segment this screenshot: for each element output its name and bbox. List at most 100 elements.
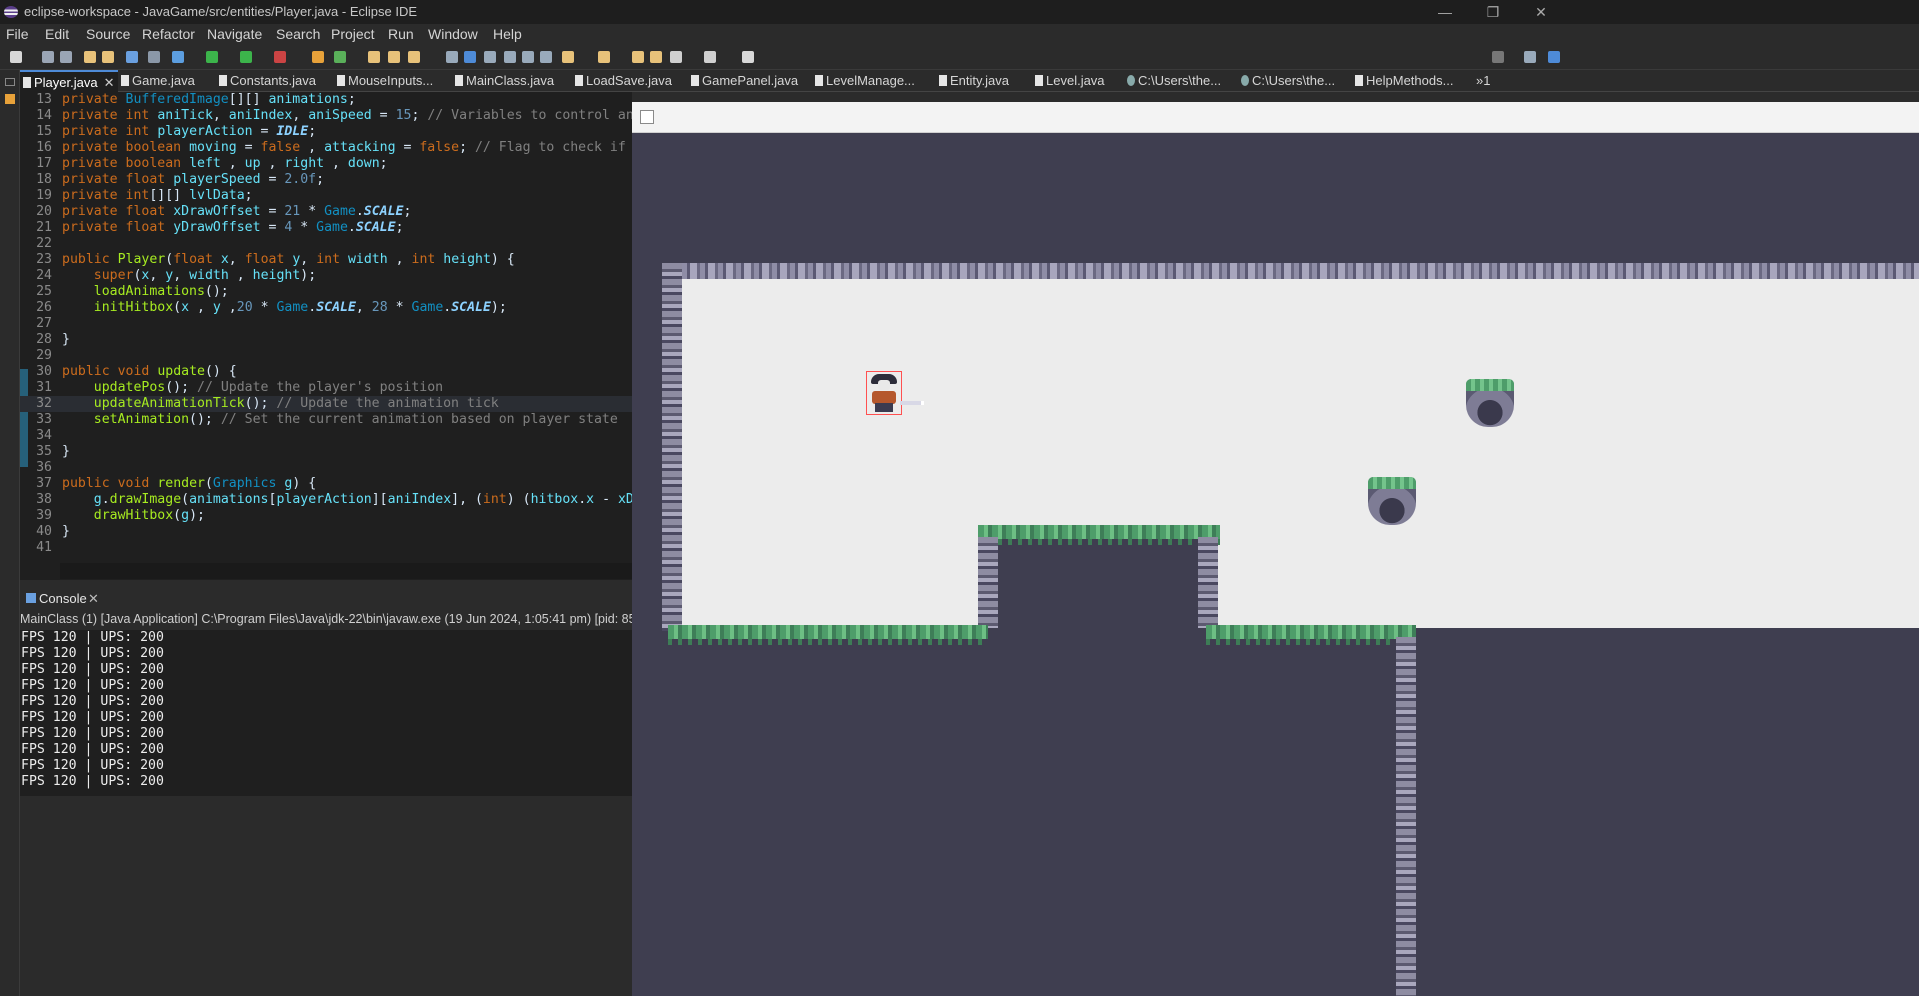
line-number: 20 xyxy=(36,204,52,219)
code-text: loadAnimations(); xyxy=(93,284,229,299)
word-wrap-icon[interactable] xyxy=(504,51,516,63)
maximize-button[interactable]: ❐ xyxy=(1470,0,1516,24)
menu-window[interactable]: Window xyxy=(428,26,478,42)
menu-edit[interactable]: Edit xyxy=(45,26,69,42)
code-editor[interactable]: 13 private BufferedImage[][] animations; … xyxy=(20,92,632,580)
console-line: FPS 120 | UPS: 200 xyxy=(21,710,164,725)
code-line: 29 xyxy=(20,348,632,364)
tab-mouseinputs[interactable]: MouseInputs... xyxy=(334,70,433,92)
minimize-button[interactable]: — xyxy=(1422,0,1468,24)
tab-loadsave-java[interactable]: LoadSave.java xyxy=(572,70,672,92)
tab-entity-java[interactable]: Entity.java xyxy=(936,70,1009,92)
close-console-icon[interactable]: ✕ xyxy=(88,591,99,607)
highlight-icon[interactable] xyxy=(464,51,476,63)
new-class-icon[interactable] xyxy=(334,51,346,63)
code-text: private int playerAction = IDLE; xyxy=(62,124,317,139)
tab-level-java[interactable]: Level.java xyxy=(1032,70,1105,92)
tab-label: C:\Users\the... xyxy=(1138,73,1222,88)
player-legs xyxy=(875,403,893,412)
open-task-icon[interactable] xyxy=(388,51,400,63)
menu-search[interactable]: Search xyxy=(276,26,320,42)
game-canvas[interactable] xyxy=(632,133,1919,996)
next-annotation-icon[interactable] xyxy=(562,51,574,63)
coverage-icon[interactable] xyxy=(240,51,252,63)
save-icon[interactable] xyxy=(42,51,54,63)
forward-edit-icon[interactable] xyxy=(650,51,662,63)
terminal-icon[interactable] xyxy=(126,51,138,63)
menu-refactor[interactable]: Refactor xyxy=(142,26,195,42)
redo-icon[interactable] xyxy=(102,51,114,63)
run-icon[interactable] xyxy=(206,51,218,63)
line-number: 13 xyxy=(36,92,52,107)
skip-breakpoints-icon[interactable] xyxy=(148,51,160,63)
show-whitespace-icon[interactable] xyxy=(522,51,534,63)
tab-helpmethods[interactable]: HelpMethods... xyxy=(1352,70,1453,92)
code-line: 37 public void render(Graphics g) { xyxy=(20,476,632,492)
last-edit-icon[interactable] xyxy=(632,51,644,63)
console-horizontal-scrollbar[interactable] xyxy=(20,796,632,996)
console-line: FPS 120 | UPS: 200 xyxy=(21,758,164,773)
menu-navigate[interactable]: Navigate xyxy=(207,26,262,42)
close-tab-icon[interactable]: ✕ xyxy=(104,75,115,90)
package-explorer-icon[interactable] xyxy=(5,94,15,104)
tab-external-file-2[interactable]: C:\Users\the... xyxy=(1238,70,1335,92)
tab-constants-java[interactable]: Constants.java xyxy=(216,70,316,92)
pilcrow-icon[interactable] xyxy=(540,51,552,63)
open-type-icon[interactable] xyxy=(368,51,380,63)
title-bar: eclipse-workspace - JavaGame/src/entitie… xyxy=(0,0,1919,24)
back-arrow-icon[interactable] xyxy=(670,51,682,63)
new-icon[interactable] xyxy=(10,51,22,63)
tab-levelmanager[interactable]: LevelManage... xyxy=(812,70,915,92)
java-file-icon xyxy=(815,75,823,86)
tab-player-java[interactable]: Player.java ✕ xyxy=(20,70,118,92)
external-tools-icon[interactable] xyxy=(274,51,286,63)
game-window[interactable] xyxy=(632,102,1919,996)
java-file-icon xyxy=(337,75,345,86)
search-icon[interactable] xyxy=(1492,51,1504,63)
code-text: updatePos(); // Update the player's posi… xyxy=(93,380,444,395)
new-java-project-icon[interactable] xyxy=(312,51,324,63)
menu-run[interactable]: Run xyxy=(388,26,414,42)
tab-label: HelpMethods... xyxy=(1366,73,1454,88)
undo-icon[interactable] xyxy=(84,51,96,63)
tab-game-java[interactable]: Game.java xyxy=(118,70,195,92)
pin-editor-icon[interactable] xyxy=(742,51,754,63)
block-selection-icon[interactable] xyxy=(484,51,496,63)
left-wall-rocks xyxy=(662,263,682,631)
menu-source[interactable]: Source xyxy=(86,26,130,42)
menu-file[interactable]: File xyxy=(6,26,29,42)
console-tab-label[interactable]: Console xyxy=(39,591,87,606)
code-text: initHitbox(x , y ,20 * Game.SCALE, 28 * … xyxy=(93,300,507,315)
console-output[interactable]: FPS 120 | UPS: 200 FPS 120 | UPS: 200 FP… xyxy=(20,630,632,796)
tab-external-file-1[interactable]: C:\Users\the... xyxy=(1124,70,1221,92)
left-ground-grass xyxy=(668,625,988,645)
search-tool-icon[interactable] xyxy=(408,51,420,63)
floating-island xyxy=(1368,477,1416,525)
game-window-titlebar[interactable] xyxy=(632,102,1919,133)
restore-view-icon[interactable] xyxy=(5,78,15,86)
editor-horizontal-scrollbar[interactable] xyxy=(60,563,632,579)
tab-gamepanel-java[interactable]: GamePanel.java xyxy=(688,70,798,92)
forward-arrow-icon[interactable] xyxy=(704,51,716,63)
debug-icon[interactable] xyxy=(172,51,184,63)
code-text: private float yDrawOffset = 4 * Game.SCA… xyxy=(62,220,404,235)
floating-island xyxy=(1466,379,1514,427)
code-line: 27 xyxy=(20,316,632,332)
console-line: FPS 120 | UPS: 200 xyxy=(21,694,164,709)
prev-annotation-icon[interactable] xyxy=(598,51,610,63)
menu-help[interactable]: Help xyxy=(493,26,522,42)
save-all-icon[interactable] xyxy=(60,51,72,63)
tab-label: Constants.java xyxy=(230,73,316,88)
close-window-button[interactable]: ✕ xyxy=(1518,0,1564,24)
java-perspective-icon[interactable] xyxy=(1548,51,1560,63)
menu-project[interactable]: Project xyxy=(331,26,375,42)
code-text: g.drawImage(animations[playerAction][ani… xyxy=(93,492,632,507)
perspective-icon[interactable] xyxy=(1524,51,1536,63)
code-text: super(x, y, width , height); xyxy=(93,268,317,283)
toggle-mark-icon[interactable] xyxy=(446,51,458,63)
more-tabs-button[interactable]: »1 xyxy=(1470,70,1490,92)
tab-label: Player.java xyxy=(34,75,98,90)
right-ground-grass xyxy=(1206,625,1416,645)
tab-mainclass-java[interactable]: MainClass.java xyxy=(452,70,554,92)
line-number: 38 xyxy=(36,492,52,507)
